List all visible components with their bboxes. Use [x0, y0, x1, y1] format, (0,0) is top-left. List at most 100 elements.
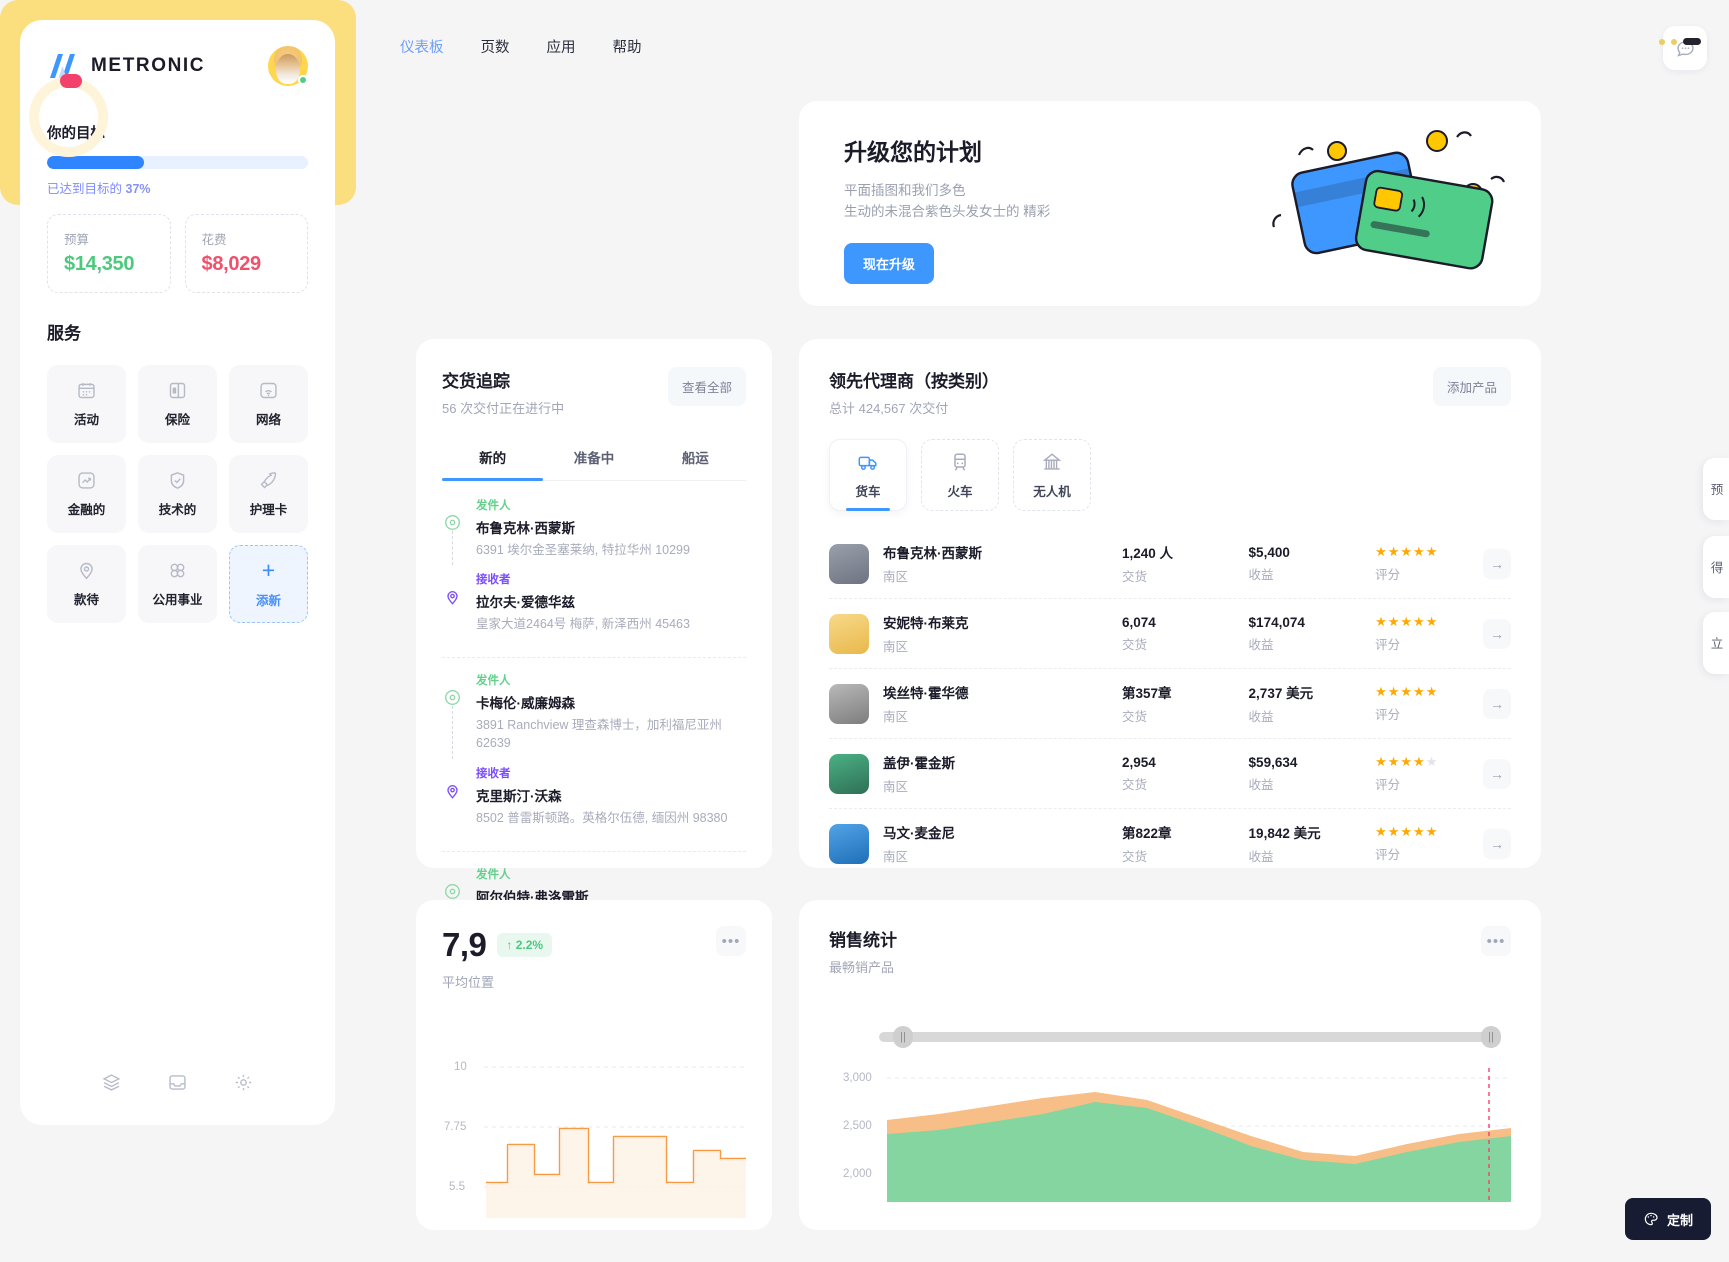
nav-item-pages[interactable]: 页数	[481, 36, 510, 57]
agent-revenue: $174,074 收益	[1249, 615, 1376, 653]
nav-item-help[interactable]: 帮助	[613, 36, 642, 57]
drawer-tab-3[interactable]: 立	[1703, 612, 1729, 674]
role-label: 接收者	[476, 574, 511, 587]
service-card-technical[interactable]: 技术的	[138, 455, 217, 533]
arrow-right-icon[interactable]: →	[1482, 828, 1511, 859]
arrow-right-icon[interactable]: →	[1482, 618, 1511, 649]
service-card-activity[interactable]: 活动	[47, 365, 126, 443]
map-pin-icon	[76, 560, 97, 581]
agent-region: 南区	[883, 850, 909, 864]
view-all-button[interactable]: 查看全部	[667, 367, 746, 406]
nav-item-apps[interactable]: 应用	[547, 36, 576, 57]
customize-button[interactable]: 定制	[1624, 1198, 1711, 1240]
agent-name: 埃丝特·霍华德	[883, 686, 969, 701]
drawer-tab-2[interactable]: 得	[1703, 536, 1729, 598]
service-card-financial[interactable]: 金融的	[47, 455, 126, 533]
tab-preparing[interactable]: 准备中	[543, 437, 644, 480]
dot-active[interactable]	[1683, 38, 1701, 45]
revenue-value: $174,074	[1248, 614, 1305, 630]
grid-dots-icon	[167, 560, 188, 581]
category-label: 无人机	[1033, 484, 1071, 499]
delivery-card-header: 交货追踪 56 次交付正在进行中 查看全部	[442, 367, 746, 417]
sales-chart-svg	[887, 1068, 1511, 1202]
delivery-card-title: 交货追踪	[442, 372, 510, 391]
dot-1[interactable]	[1659, 38, 1665, 45]
train-icon	[949, 451, 971, 473]
category-drone[interactable]: 无人机	[1013, 439, 1091, 511]
donut-ring	[29, 77, 108, 157]
position-subtitle: 平均位置	[442, 975, 495, 990]
agent-revenue: $5,400 收益	[1249, 545, 1376, 583]
gear-icon[interactable]	[233, 1072, 254, 1093]
plus-icon: +	[261, 557, 276, 583]
rating-label: 评分	[1375, 778, 1401, 792]
brand-name: METRONIC	[91, 55, 206, 76]
agent-identity: 安妮特·布莱克 南区	[883, 612, 1122, 655]
agent-deliveries: 6,074 交货	[1122, 615, 1249, 653]
add-product-button[interactable]: 添加产品	[1432, 367, 1511, 406]
deliveries-label: 交货	[1122, 637, 1148, 652]
course-pagination-dots[interactable]	[1659, 38, 1701, 45]
avatar	[829, 543, 869, 584]
revenue-label: 收益	[1248, 567, 1274, 582]
avatar[interactable]	[268, 46, 308, 86]
sender-name: 卡梅伦·威廉姆森	[476, 696, 575, 712]
revenue-value: $5,400	[1248, 544, 1290, 560]
agent-identity: 布鲁克林·西蒙斯 南区	[883, 542, 1122, 585]
inbox-icon[interactable]	[167, 1072, 188, 1093]
delivery-track-list: 发件人 布鲁克林·西蒙斯 6391 埃尔金圣塞莱纳, 特拉华州 10299 接收…	[442, 497, 746, 930]
chat-bubble-icon[interactable]	[1663, 26, 1707, 70]
upgrade-plan-card: 升级您的计划 平面插图和我们多色 生动的未混合紫色头发女士的 精彩 现在升级	[799, 101, 1541, 306]
stat-budget-label: 预算	[64, 233, 90, 247]
layers-icon[interactable]	[101, 1072, 122, 1093]
arrow-right-icon[interactable]: →	[1482, 548, 1511, 579]
agents-card-title: 领先代理商（按类别）	[829, 372, 999, 391]
agent-region: 南区	[883, 640, 909, 654]
slider-handle-left[interactable]: ||	[893, 1026, 913, 1048]
upgrade-now-button[interactable]: 现在升级	[844, 242, 935, 284]
service-card-add-new[interactable]: + 添新	[229, 545, 308, 623]
table-row: 埃丝特·霍华德 南区 第357章 交货 2,737 美元 收益 ★ ★ ★ ★ ★ 评分…	[829, 668, 1511, 738]
id-card-icon	[167, 380, 188, 401]
calendar-icon	[76, 380, 97, 401]
service-label: 添新	[255, 594, 281, 608]
upgrade-title: 升级您的计划	[844, 139, 982, 165]
service-label: 护理卡	[249, 503, 288, 517]
stat-budget-value: $14,350	[64, 253, 135, 275]
service-card-network[interactable]: 网络	[229, 365, 308, 443]
ellipsis-icon[interactable]: •••	[1481, 926, 1511, 956]
slider-handle-right[interactable]: ||	[1481, 1026, 1501, 1048]
position-metric: 7,9 ↑ 2.2% 平均位置	[442, 926, 553, 991]
arrow-right-icon[interactable]: →	[1482, 688, 1511, 719]
category-truck[interactable]: 货车	[829, 439, 907, 511]
goal-progress-fill	[47, 156, 144, 169]
agent-deliveries: 第357章 交货	[1122, 682, 1249, 725]
ellipsis-icon[interactable]: •••	[716, 926, 746, 956]
agent-revenue: $59,634 收益	[1249, 755, 1376, 793]
arrow-right-icon[interactable]: →	[1482, 758, 1511, 789]
category-train[interactable]: 火车	[921, 439, 999, 511]
drawer-tab-1[interactable]: 预	[1703, 458, 1729, 520]
revenue-label: 收益	[1248, 710, 1274, 724]
tab-shipping[interactable]: 船运	[645, 437, 746, 480]
services-grid: 活动 保险 网络 金融的 技术的 护理卡 款待 公用事业 + 添新	[47, 365, 308, 623]
upgrade-subtitle-line1: 平面插图和我们多色	[844, 183, 966, 198]
service-card-hospitality[interactable]: 款待	[47, 545, 126, 623]
table-row: 安妮特·布莱克 南区 6,074 交货 $174,074 收益 ★ ★ ★ ★ ★ 评分…	[829, 598, 1511, 668]
nav-item-dashboard[interactable]: 仪表板	[400, 36, 444, 57]
deliveries-value: 第822章	[1122, 826, 1172, 841]
service-card-nursing[interactable]: 护理卡	[229, 455, 308, 533]
stat-budget: 预算 $14,350	[47, 214, 171, 293]
track-receiver-row: 接收者 克里斯汀·沃森 8502 普雷斯顿路。英格尔伍德, 缅因州 98380	[442, 765, 746, 827]
sales-statistics-card: 销售统计 最畅销产品 ••• || || 3,000 2,500 2,000	[799, 900, 1541, 1230]
dot-2[interactable]	[1671, 38, 1677, 45]
tab-new[interactable]: 新的	[442, 437, 544, 481]
track-sender-row: 发件人 布鲁克林·西蒙斯 6391 埃尔金圣塞莱纳, 特拉华州 10299	[442, 497, 746, 566]
sender-address: 3891 Ranchview 理查森博士，加利福尼亚州 62639	[476, 718, 722, 751]
service-card-insurance[interactable]: 保险	[138, 365, 217, 443]
upgrade-subtitle-line2: 生动的未混合紫色头发女士的 精彩	[844, 203, 1051, 219]
sales-range-slider[interactable]: || ||	[829, 1026, 1511, 1048]
agents-card-titles: 领先代理商（按类别） 总计 424,567 次交付	[829, 367, 999, 417]
service-card-utilities[interactable]: 公用事业	[138, 545, 217, 623]
slider-track[interactable]	[879, 1032, 1493, 1042]
